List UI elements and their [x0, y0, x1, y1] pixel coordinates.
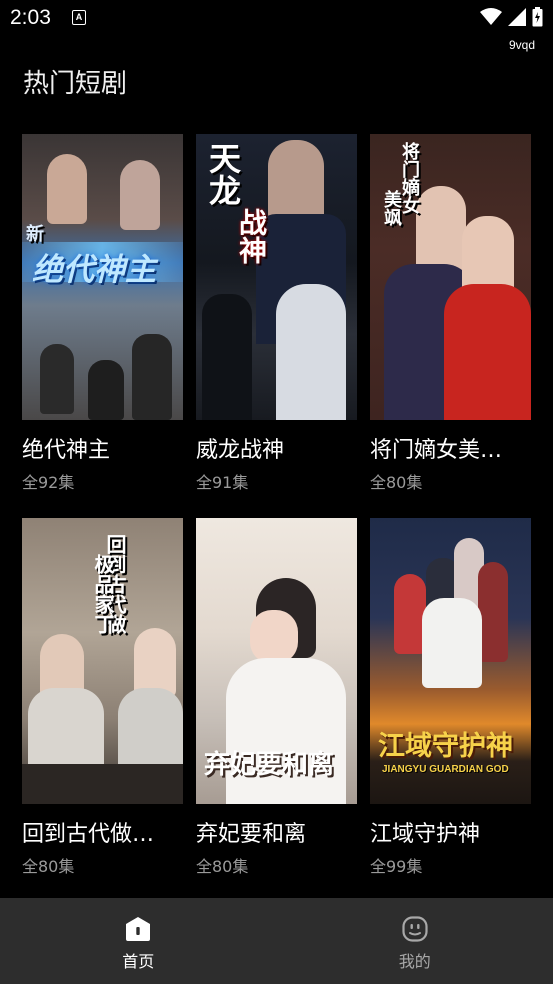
- poster-sub-text: JIANGYU GUARDIAN GOD: [382, 764, 509, 775]
- nav-mine[interactable]: 我的: [277, 898, 553, 984]
- home-icon: [126, 917, 151, 941]
- drama-poster[interactable]: 绝代神主 新: [22, 134, 183, 420]
- episode-count: 全92集: [22, 473, 75, 492]
- poster-sub-text: 新: [26, 224, 44, 245]
- drama-title[interactable]: 江域守护神: [370, 816, 535, 848]
- device-tag: 9vqd: [508, 38, 535, 52]
- drama-title[interactable]: 绝代神主: [22, 432, 187, 464]
- drama-card[interactable]: 江域守护神 JIANGYU GUARDIAN GOD 江域守护神 全99集: [370, 518, 531, 876]
- battery-icon: [532, 7, 543, 27]
- drama-title[interactable]: 将门嫡女美…: [370, 432, 535, 464]
- drama-title[interactable]: 弃妃要和离: [196, 816, 361, 848]
- episode-count: 全99集: [370, 857, 423, 876]
- drama-poster[interactable]: 回到古代做 极品家丁: [22, 518, 183, 804]
- poster-sub-text: 极品家丁: [91, 554, 115, 634]
- episode-count: 全80集: [22, 857, 75, 876]
- signal-icon: [508, 8, 526, 26]
- drama-title[interactable]: 回到古代做…: [22, 816, 187, 848]
- notification-a-icon: A: [72, 10, 86, 25]
- poster-title-text: 弃妃要和离: [204, 750, 335, 780]
- status-icons: [480, 7, 543, 27]
- drama-poster[interactable]: 天龙 战神: [196, 134, 357, 420]
- drama-poster[interactable]: 将门嫡女 美飒: [370, 134, 531, 420]
- nav-mine-label: 我的: [398, 952, 431, 971]
- drama-card[interactable]: 回到古代做 极品家丁 回到古代做… 全80集: [22, 518, 183, 876]
- drama-poster[interactable]: 弃妃要和离: [196, 518, 357, 804]
- bottom-nav: 首页 我的: [0, 898, 553, 984]
- drama-poster[interactable]: 江域守护神 JIANGYU GUARDIAN GOD: [370, 518, 531, 804]
- episode-count: 全80集: [370, 473, 423, 492]
- wifi-icon: [480, 8, 502, 25]
- drama-title[interactable]: 威龙战神: [196, 432, 361, 464]
- nav-home-label: 首页: [122, 952, 155, 971]
- poster-sub-text: 战神: [235, 208, 268, 264]
- page-title: 热门短剧: [23, 69, 128, 99]
- episode-count: 全80集: [196, 857, 249, 876]
- status-time: 2:03: [10, 6, 51, 29]
- poster-title-text: 天龙: [204, 142, 242, 206]
- poster-sub-text: 美飒: [381, 190, 402, 226]
- nav-home[interactable]: 首页: [0, 898, 277, 984]
- episode-count: 全91集: [196, 473, 249, 492]
- profile-face-icon: [402, 916, 428, 942]
- drama-card[interactable]: 绝代神主 新 绝代神主 全92集: [22, 134, 183, 492]
- drama-card[interactable]: 弃妃要和离 弃妃要和离 全80集: [196, 518, 357, 876]
- poster-title-text: 绝代神主: [32, 252, 156, 288]
- drama-card[interactable]: 天龙 战神 威龙战神 全91集: [196, 134, 357, 492]
- status-bar: 2:03 A: [0, 0, 553, 36]
- poster-title-text: 江域守护神: [378, 731, 513, 762]
- drama-card[interactable]: 将门嫡女 美飒 将门嫡女美… 全80集: [370, 134, 531, 492]
